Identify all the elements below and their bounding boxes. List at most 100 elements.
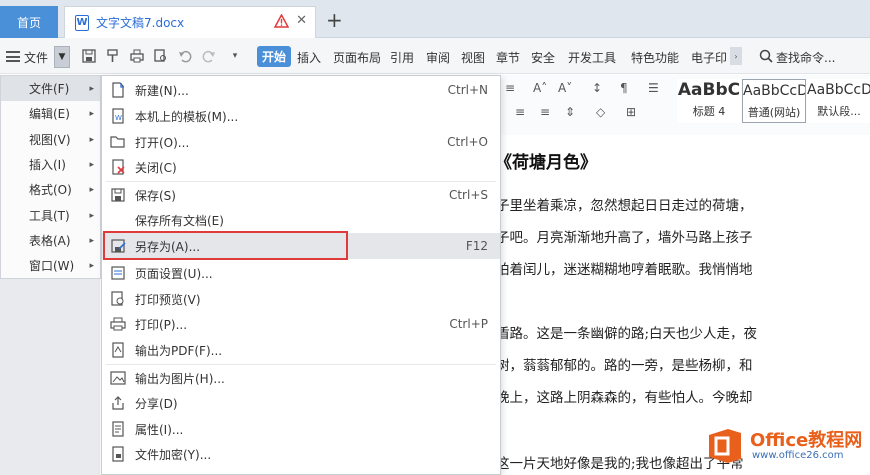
document-line: 拍着闰儿，迷迷糊糊地哼着眠歌。我悄悄地	[496, 262, 753, 278]
style-web-normal[interactable]: AaBbCcDd 普通(网站)	[742, 79, 806, 123]
toolbar: 文件 ▼ ▾ 开始 插入 页面布局 引用 审阅 视图 章节 安全 开发工具 特色…	[0, 38, 870, 74]
tab-page-layout[interactable]: 页面布局	[333, 49, 381, 66]
menu-item-close[interactable]: 关闭(C)	[102, 154, 500, 180]
menu-item-save-all[interactable]: 保存所有文档(E)	[102, 207, 500, 233]
menu-view[interactable]: 视图(V) ▸	[1, 127, 100, 152]
font-grow-icon[interactable]: A˄	[533, 81, 547, 95]
menu-format[interactable]: 格式(O) ▸	[1, 177, 100, 202]
word-doc-icon: W	[75, 14, 89, 31]
menu-item-share[interactable]: 分享(D)	[102, 390, 500, 416]
menu-item-export-pdf[interactable]: 输出为PDF(F)...	[102, 337, 500, 363]
save-icon[interactable]	[82, 49, 96, 63]
tab-view[interactable]: 视图	[461, 49, 485, 66]
menu-item-save[interactable]: 保存(S) Ctrl+S	[102, 182, 500, 208]
encrypt-icon	[112, 446, 124, 462]
menu-item-encrypt[interactable]: 文件加密(Y)...	[102, 441, 500, 467]
search-icon	[759, 49, 773, 63]
tab-document[interactable]: W 文字文稿7.docx ✕	[64, 6, 316, 38]
tab-e-seal[interactable]: 电子印	[691, 49, 727, 66]
list-icon[interactable]: ☰	[648, 81, 659, 95]
undo-icon[interactable]	[178, 49, 192, 63]
tab-features[interactable]: 特色功能	[631, 49, 679, 66]
menu-label: 编辑(E)	[29, 107, 70, 121]
menu-item-label: 分享(D)	[135, 396, 178, 411]
sort-icon[interactable]: ↕	[592, 81, 602, 95]
line-spacing-icon[interactable]: ⇕	[565, 105, 575, 119]
hamburger-icon[interactable]	[6, 51, 20, 62]
menu-item-open[interactable]: 打开(O)... Ctrl+O	[102, 129, 500, 155]
document-line: 晚上，这路上阴森森的，有些怕人。今晚却	[496, 390, 753, 406]
menu-item-label: 本机上的模板(M)...	[135, 109, 239, 124]
tab-security[interactable]: 安全	[531, 49, 555, 66]
align-left-icon[interactable]: ≡	[505, 81, 515, 95]
style-heading4[interactable]: AaBbC 标题 4	[677, 79, 741, 123]
menu-label: 窗口(W)	[29, 259, 75, 273]
style-default[interactable]: AaBbCcDd 默认段...	[807, 79, 870, 123]
redo-icon[interactable]	[202, 49, 216, 63]
logo-url: www.office26.com	[752, 450, 844, 461]
save-as-highlight-box	[103, 231, 348, 260]
menu-item-label: 属性(I)...	[135, 422, 184, 437]
tab-home[interactable]: 首页	[0, 6, 58, 38]
show-marks-icon[interactable]: ¶	[620, 81, 628, 95]
shading-icon[interactable]: ◇	[596, 105, 605, 119]
menu-item-shortcut: Ctrl+P	[449, 317, 488, 331]
border-icon[interactable]: ⊞	[626, 105, 636, 119]
menu-table[interactable]: 表格(A) ▸	[1, 228, 100, 253]
tab-review[interactable]: 审阅	[426, 49, 450, 66]
menu-label: 工具(T)	[29, 209, 70, 223]
document-title: 《荷塘月色》	[495, 153, 597, 173]
tab-developer[interactable]: 开发工具	[568, 49, 616, 66]
font-shrink-icon[interactable]: A˅	[558, 81, 572, 95]
file-dropdown-button[interactable]: ▼	[54, 46, 70, 68]
menu-item-label: 输出为图片(H)...	[135, 371, 225, 386]
new-tab-button[interactable]: +	[326, 10, 343, 30]
menu-item-export-image[interactable]: 输出为图片(H)...	[102, 365, 500, 391]
submenu-arrow-icon: ▸	[89, 184, 94, 195]
style-sample: AaBbCcDd	[743, 83, 805, 99]
print-preview-icon	[111, 291, 124, 306]
menu-item-page-setup[interactable]: 页面设置(U)...	[102, 260, 500, 286]
new-doc-icon	[112, 82, 124, 98]
menu-window[interactable]: 窗口(W) ▸	[1, 253, 100, 278]
menu-item-shortcut: F12	[465, 239, 488, 253]
menu-item-properties[interactable]: 属性(I)...	[102, 416, 500, 442]
align-right-icon[interactable]: ≡	[540, 105, 550, 119]
tab-references[interactable]: 引用	[390, 49, 414, 66]
menu-item-shortcut: Ctrl+N	[447, 83, 488, 97]
menu-label: 视图(V)	[29, 133, 71, 147]
menu-item-template[interactable]: W 本机上的模板(M)...	[102, 103, 500, 129]
align-center-icon[interactable]: ≡	[515, 105, 525, 119]
search-command[interactable]: 查找命令...	[776, 49, 835, 66]
document-line: 树，蓊蓊郁郁的。路的一旁，是些杨柳，和	[496, 358, 753, 374]
menu-item-print[interactable]: 打印(P)... Ctrl+P	[102, 311, 500, 337]
menu-edit[interactable]: 编辑(E) ▸	[1, 101, 100, 126]
chevron-down-icon: ▼	[58, 52, 66, 62]
style-name: 标题 4	[692, 105, 726, 118]
file-menu-button[interactable]: 文件	[24, 49, 48, 66]
menu-item-new[interactable]: 新建(N)... Ctrl+N	[102, 77, 500, 103]
menu-tools[interactable]: 工具(T) ▸	[1, 203, 100, 228]
submenu-arrow-icon: ▸	[89, 159, 94, 170]
style-sample: AaBbC	[677, 80, 741, 100]
more-tabs-button[interactable]: ›	[730, 47, 742, 65]
chevron-right-icon: ›	[734, 51, 738, 61]
page-setup-icon	[111, 266, 125, 280]
menu-file[interactable]: 文件(F) ▸	[1, 76, 100, 101]
customize-toolbar-icon[interactable]: ▾	[228, 49, 242, 63]
tab-insert[interactable]: 插入	[297, 49, 321, 66]
close-tab-icon[interactable]: ✕	[296, 13, 307, 28]
tab-chapter[interactable]: 章节	[496, 49, 520, 66]
document-page[interactable]	[485, 135, 870, 475]
main-menu: 文件(F) ▸ 编辑(E) ▸ 视图(V) ▸ 插入(I) ▸ 格式(O) ▸ 工具(T)…	[0, 75, 101, 279]
print-preview-icon[interactable]	[154, 49, 168, 63]
document-line: 子里坐着乘凉，忽然想起日日走过的荷塘，	[496, 198, 753, 214]
menu-item-label: 页面设置(U)...	[135, 266, 213, 281]
tab-start[interactable]: 开始	[257, 46, 292, 67]
image-export-icon	[110, 371, 126, 385]
print-icon[interactable]	[130, 49, 144, 63]
menu-insert[interactable]: 插入(I) ▸	[1, 152, 100, 177]
format-painter-icon[interactable]	[106, 49, 120, 63]
menu-item-print-preview[interactable]: 打印预览(V)	[102, 286, 500, 312]
style-name: 普通(网站)	[747, 106, 801, 119]
